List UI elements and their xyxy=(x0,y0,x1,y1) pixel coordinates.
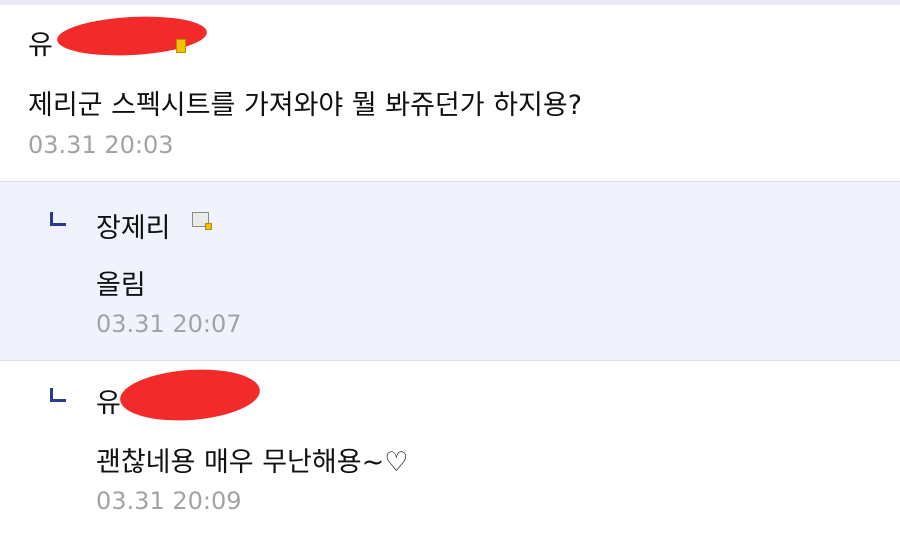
reply-item: 장제리 올림 03.31 20:07 xyxy=(0,181,900,361)
reply-item: 유 괜찮네용 매우 무난해용~♡ 03.31 20:09 xyxy=(0,361,900,535)
comment-thread: 유 제리군 스펙시트를 가져와야 뭘 봐쥬던가 하지용? 03.31 20:03… xyxy=(0,0,900,535)
comment-timestamp: 03.31 20:03 xyxy=(28,131,174,159)
comment-text: 제리군 스펙시트를 가져와야 뭘 봐쥬던가 하지용? xyxy=(28,90,583,121)
reply-timestamp: 03.31 20:07 xyxy=(96,310,242,338)
reply-text: 올림 xyxy=(96,270,146,301)
comment-item: 유 제리군 스펙시트를 가져와야 뭘 봐쥬던가 하지용? 03.31 20:03 xyxy=(0,5,900,181)
reply-text: 괜찮네용 매우 무난해용~♡ xyxy=(96,447,409,478)
member-level-icon xyxy=(192,212,212,230)
reply-arrow-icon xyxy=(50,212,66,226)
comment-author[interactable]: 유 xyxy=(28,23,53,62)
redaction-mark xyxy=(118,365,262,425)
reply-timestamp: 03.31 20:09 xyxy=(96,487,242,515)
reply-author[interactable]: 장제리 xyxy=(96,206,171,245)
reply-author[interactable]: 유 xyxy=(96,381,121,420)
member-level-icon xyxy=(176,39,186,53)
reply-arrow-icon xyxy=(50,388,66,402)
